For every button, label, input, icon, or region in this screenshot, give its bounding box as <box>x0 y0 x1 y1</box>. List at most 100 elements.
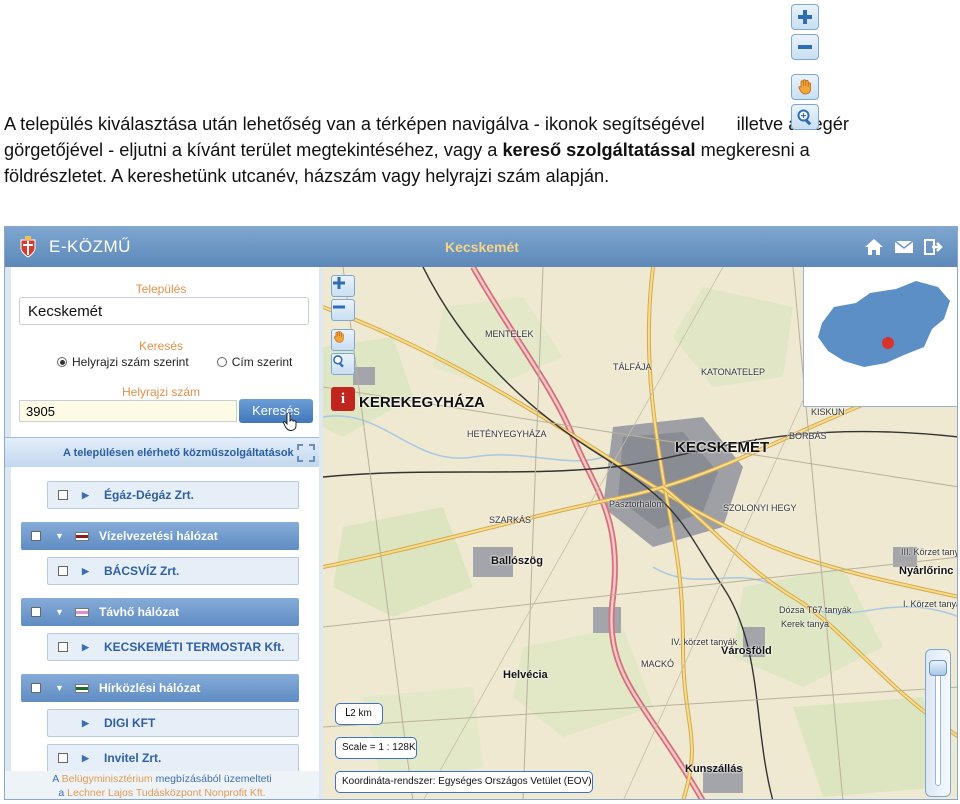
operator-link[interactable]: Lechner Lajos Tudásközpont Nonprofit Kft… <box>67 787 265 799</box>
map-label-kecskemet: KECSKEMÉT <box>675 439 770 456</box>
expand-arrow-icon[interactable]: ▶ <box>82 642 92 653</box>
text-segment: megkeresni a <box>700 140 810 160</box>
map-label-iv-korzet: IV. körzet tanyák <box>671 637 738 647</box>
layer-row-invitel[interactable]: ▶ Invitel Zrt. <box>47 744 299 772</box>
map-label-iii-korzet: III. Körzet tanya <box>901 547 958 557</box>
parcel-number-input[interactable]: 3905 <box>19 400 237 422</box>
layer-row-vizelvezetes[interactable]: ▼ Vízelvezetési hálózat <box>21 522 299 550</box>
floating-toolbar <box>791 4 821 134</box>
layer-row-tavho[interactable]: ▼ Távhő hálózat <box>21 598 299 626</box>
layer-checkbox[interactable] <box>31 531 41 541</box>
map-label-nyarlorinc: Nyárlőrinc <box>899 565 954 577</box>
map-label-hetenyegyhaza: HETÉNYEGYHÁZA <box>467 429 547 439</box>
search-mode-radios: Helyrajzi szám szerint Cím szerint <box>57 355 292 369</box>
pan-hand-icon[interactable] <box>791 74 819 100</box>
layer-label: BÁCSVÍZ Zrt. <box>104 564 180 578</box>
text-segment: görgetőjével - eljutni a kívánt terület … <box>4 140 498 160</box>
map-label-macko: MACKÓ <box>641 659 675 669</box>
selected-city-title: Kecskemét <box>445 239 519 255</box>
services-title: A településen elérhető közműszolgáltatás… <box>63 447 294 459</box>
radio-label: Helyrajzi szám szerint <box>72 355 189 369</box>
map-view[interactable]: i KEREKEGYHÁZA KECSKEMÉT Ballószög Helvé… <box>323 267 958 799</box>
layer-label: Hírközlési hálózat <box>99 681 201 695</box>
layer-row-hirkozlesi[interactable]: ▼ Hírközlési hálózat <box>21 674 299 702</box>
radio-indicator <box>216 357 227 367</box>
overview-inset-map[interactable] <box>803 267 957 407</box>
map-label-kiskun: KISKUN <box>811 407 845 417</box>
layer-checkbox[interactable] <box>58 490 68 500</box>
map-zoom-out-icon[interactable] <box>331 299 355 321</box>
map-label-szolonyi-hegy: SZOLONYI HEGY <box>723 503 797 513</box>
mail-icon[interactable] <box>893 237 915 257</box>
layer-color-swatch <box>75 531 89 541</box>
map-label-katonatelep: KATONATELEP <box>701 367 766 377</box>
layer-label: Vízelvezetési hálózat <box>99 529 218 543</box>
map-label-kerek-tanya: Kerek tanya <box>781 619 830 629</box>
app-title: E-KÖZMŰ <box>49 237 131 256</box>
layer-checkbox[interactable] <box>58 642 68 652</box>
expand-arrow-icon[interactable]: ▶ <box>82 490 92 501</box>
map-magnifier-zoom-icon[interactable] <box>331 353 355 375</box>
layer-label: Invitel Zrt. <box>104 751 162 765</box>
map-label-talfaja: TÁLFÁJA <box>613 362 652 372</box>
zoom-in-icon[interactable] <box>791 4 819 30</box>
layer-checkbox[interactable] <box>58 753 68 763</box>
layer-checkbox[interactable] <box>31 607 41 617</box>
zoom-slider[interactable] <box>925 649 951 797</box>
layer-checkbox[interactable] <box>31 683 41 693</box>
home-icon[interactable] <box>863 237 885 257</box>
magnifier-zoom-icon[interactable] <box>791 104 819 130</box>
parcel-number-label: Helyrajzi szám <box>121 385 200 399</box>
scale-bar-box: 2 km <box>335 703 383 725</box>
text-segment: A település kiválasztása után lehetőség … <box>4 114 705 134</box>
layer-row-digi[interactable]: ▶ DIGI KFT <box>47 709 299 737</box>
header-icons <box>863 237 945 257</box>
collapse-arrow-icon[interactable]: ▼ <box>55 683 65 693</box>
footer-line-2: a Lechner Lajos Tudásközpont Nonprofit K… <box>5 786 319 799</box>
layer-color-swatch <box>75 607 89 617</box>
layer-row-bacsviz[interactable]: ▶ BÁCSVÍZ Zrt. <box>47 557 299 585</box>
expand-arrow-icon[interactable]: ▶ <box>82 718 92 729</box>
map-label-kerekegyhaza: KEREKEGYHÁZA <box>359 394 485 411</box>
layer-checkbox[interactable] <box>58 566 68 576</box>
footer-text: a <box>58 787 65 799</box>
map-label-borbas: BORBÁS <box>789 431 827 441</box>
expand-arrow-icon[interactable]: ▶ <box>82 566 92 577</box>
scale-bar-label: 2 km <box>350 708 372 719</box>
map-label-tanyak: Dózsa T67 tanyák <box>779 605 852 615</box>
footer-text: A <box>52 773 59 785</box>
search-button[interactable]: Keresés <box>239 399 313 423</box>
map-label-helvecia: Helvécia <box>503 669 548 681</box>
settlement-input[interactable]: Kecskemét <box>19 297 309 325</box>
layer-label: KECSKEMÉTI TERMOSTAR Kft. <box>104 640 285 654</box>
layer-label: Égáz-Dégáz Zrt. <box>104 488 195 502</box>
map-label-mentelek: MENTELEK <box>485 329 534 339</box>
map-pan-hand-icon[interactable] <box>331 329 355 351</box>
map-info-button[interactable]: i <box>331 387 355 411</box>
zoom-slider-handle[interactable] <box>929 660 947 677</box>
map-label-pasztorhalom: Pásztorhalom <box>609 499 665 509</box>
radio-parcel-number[interactable]: Helyrajzi szám szerint <box>57 355 189 369</box>
layer-label: Távhő hálózat <box>99 605 180 619</box>
hand-pointer-cursor-icon <box>283 413 297 431</box>
collapse-arrow-icon[interactable]: ▼ <box>55 607 65 617</box>
ekozmu-app-window: E-KÖZMŰ Kecskemét Település Kecskemét Ke… <box>4 226 958 800</box>
zoom-slider-track[interactable] <box>935 666 941 786</box>
scale-ratio-box: Scale = 1 : 128K <box>335 737 417 759</box>
radio-label: Cím szerint <box>231 355 293 369</box>
logout-icon[interactable] <box>923 237 945 257</box>
layer-row-egaz[interactable]: ▶ Égáz-Dégáz Zrt. <box>47 481 299 509</box>
map-zoom-in-icon[interactable] <box>331 275 355 297</box>
search-mode-label: Keresés <box>138 339 184 353</box>
map-label-szarkas: SZARKÁS <box>489 515 532 525</box>
zoom-out-icon[interactable] <box>791 34 819 60</box>
bold-text: kereső szolgáltatással <box>502 140 696 160</box>
paragraph-line-3: földrészletet. A kereshetünk utcanév, há… <box>4 166 610 186</box>
expand-icon[interactable] <box>297 444 315 462</box>
collapse-arrow-icon[interactable]: ▼ <box>55 531 65 541</box>
radio-address[interactable]: Cím szerint <box>216 355 293 369</box>
ministry-link[interactable]: Belügyminisztérium <box>62 773 153 785</box>
expand-arrow-icon[interactable]: ▶ <box>82 753 92 764</box>
layer-row-termostar[interactable]: ▶ KECSKEMÉTI TERMOSTAR Kft. <box>47 633 299 661</box>
app-header: E-KÖZMŰ Kecskemét <box>5 227 957 267</box>
